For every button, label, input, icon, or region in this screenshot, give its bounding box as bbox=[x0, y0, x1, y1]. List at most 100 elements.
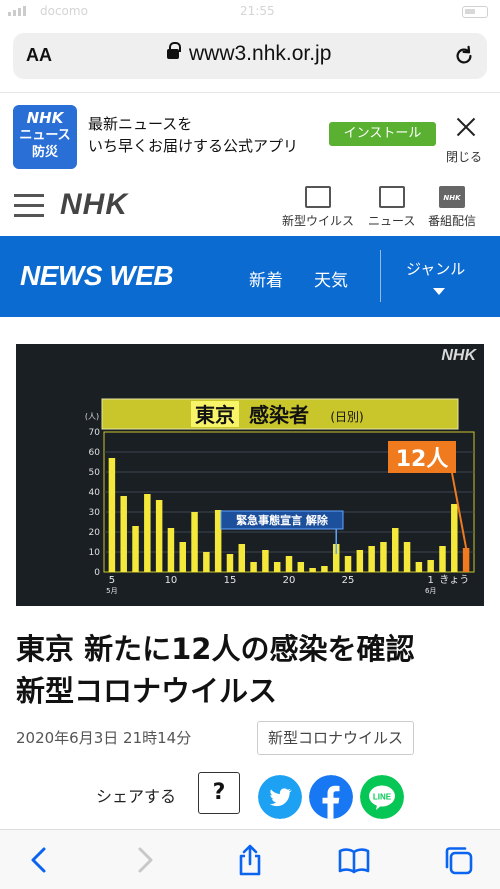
x-tick-label: 5 bbox=[109, 575, 115, 586]
bar bbox=[368, 546, 375, 572]
close-icon[interactable] bbox=[452, 115, 480, 139]
news-icon bbox=[378, 186, 405, 208]
facebook-share-icon[interactable] bbox=[309, 775, 353, 819]
nhk-header: NHK 新型ウイルス ニュース NHK 番組配信 bbox=[0, 174, 500, 236]
hamburger-menu-icon[interactable] bbox=[14, 194, 44, 218]
bar bbox=[155, 500, 163, 572]
share-label: シェアする bbox=[96, 787, 177, 806]
article-date: 2020年6月3日 21時14分 bbox=[16, 729, 192, 747]
y-tick-label: 10 bbox=[89, 548, 101, 558]
twitter-share-icon[interactable] bbox=[258, 775, 302, 819]
chevron-down-icon[interactable] bbox=[433, 288, 445, 295]
url-text[interactable]: www3.nhk.or.jp bbox=[189, 42, 331, 66]
bar bbox=[144, 494, 151, 572]
nhk-news-app-logo: NHK ニュース 防災 bbox=[13, 105, 77, 169]
clock-label: 21:55 bbox=[240, 4, 275, 18]
reload-icon[interactable] bbox=[453, 45, 475, 67]
close-label[interactable]: 閉じる bbox=[446, 148, 482, 165]
bar bbox=[344, 556, 352, 572]
nav-item-virus[interactable]: 新型ウイルス bbox=[282, 186, 354, 229]
banner-message: 最新ニュースを いち早くお届けする公式アプリ bbox=[88, 115, 299, 155]
chart-title-text: 感染者 bbox=[249, 403, 309, 427]
bar bbox=[321, 566, 328, 572]
bar bbox=[179, 542, 186, 572]
genre-menu-button[interactable]: ジャンル bbox=[406, 258, 465, 279]
browser-toolbar bbox=[0, 829, 500, 889]
infection-chart: 東京 感染者 (日別) (人) 0 10 20 30 40 50 60 70 55月 10 15 20 25 16… bbox=[85, 398, 475, 595]
article-chart-image: NHK 東京 感染者 (日別) (人) 0 10 20 30 40 50 60 70 5 5月 10 15 20… bbox=[16, 344, 484, 606]
bar bbox=[285, 556, 293, 572]
x-tick-sublabel: 5月 bbox=[106, 587, 117, 595]
nhk-logo[interactable]: NHK bbox=[60, 188, 128, 222]
chart-subtitle: (日別) bbox=[330, 410, 363, 424]
news-web-bar: NEWS WEB 新着 天気 ジャンル bbox=[0, 236, 500, 317]
bar bbox=[427, 560, 434, 572]
bar bbox=[356, 550, 364, 572]
bar bbox=[238, 544, 246, 572]
signal-icon bbox=[8, 6, 26, 16]
share-help-button[interactable]: ? bbox=[198, 772, 240, 814]
bar bbox=[108, 458, 116, 572]
bookmarks-icon[interactable] bbox=[338, 844, 370, 876]
nhk-plus-icon: NHK bbox=[439, 186, 465, 208]
bar bbox=[380, 542, 387, 572]
y-tick-label: 0 bbox=[94, 568, 100, 578]
y-tick-label: 40 bbox=[89, 488, 101, 498]
bar bbox=[120, 496, 127, 572]
callout-text: 12人 bbox=[396, 447, 449, 472]
bar bbox=[309, 568, 316, 572]
back-icon[interactable] bbox=[24, 844, 56, 876]
address-bar[interactable]: AA www3.nhk.or.jp bbox=[13, 33, 487, 79]
nav-item-programs[interactable]: NHK 番組配信 bbox=[428, 186, 476, 229]
install-button[interactable]: インストール bbox=[329, 122, 436, 146]
x-tick-label: 1 bbox=[427, 575, 433, 586]
x-tick-label: 10 bbox=[165, 575, 178, 586]
x-tick-label: きょう bbox=[439, 574, 469, 586]
news-web-title[interactable]: NEWS WEB bbox=[20, 260, 174, 292]
bar bbox=[273, 562, 281, 572]
x-tick-label: 25 bbox=[342, 575, 355, 586]
bar bbox=[462, 548, 470, 572]
bar bbox=[392, 528, 399, 572]
bar bbox=[214, 510, 222, 572]
status-bar: docomo 21:55 bbox=[0, 0, 500, 24]
forward-icon[interactable] bbox=[128, 844, 160, 876]
bar bbox=[191, 512, 198, 572]
y-tick-label: 60 bbox=[89, 448, 101, 458]
bar bbox=[132, 526, 139, 572]
chart-title-place: 東京 bbox=[195, 403, 235, 427]
text-size-button[interactable]: AA bbox=[26, 45, 52, 66]
x-tick-label: 15 bbox=[224, 575, 237, 586]
y-tick-label: 50 bbox=[89, 468, 101, 478]
tabs-icon[interactable] bbox=[442, 844, 474, 876]
article-headline: 東京 新たに12人の感染を確認 新型コロナウイルス bbox=[16, 632, 415, 708]
divider bbox=[380, 250, 381, 302]
bar bbox=[451, 504, 458, 572]
y-tick-label: 70 bbox=[89, 428, 101, 438]
nav-item-news[interactable]: ニュース bbox=[368, 186, 415, 229]
battery-icon bbox=[462, 6, 488, 18]
y-tick-label: 30 bbox=[89, 508, 101, 518]
y-axis-unit: (人) bbox=[85, 412, 99, 421]
bar bbox=[167, 528, 175, 572]
lock-icon bbox=[167, 42, 181, 59]
app-install-banner: NHK ニュース 防災 最新ニュースを いち早くお届けする公式アプリ インストー… bbox=[0, 92, 500, 174]
bar bbox=[226, 554, 234, 572]
topic-tag[interactable]: 新型コロナウイルス bbox=[257, 721, 415, 755]
bar bbox=[262, 550, 269, 572]
bar bbox=[250, 562, 257, 572]
annotation-text: 緊急事態宣言 解除 bbox=[236, 513, 329, 527]
nav-link-latest[interactable]: 新着 bbox=[249, 266, 283, 291]
bar bbox=[415, 562, 423, 572]
bar bbox=[297, 562, 305, 572]
share-icon[interactable] bbox=[234, 844, 266, 876]
nhk-watermark: NHK bbox=[441, 347, 476, 364]
nav-link-weather[interactable]: 天気 bbox=[314, 266, 348, 291]
line-share-icon[interactable]: LINE bbox=[360, 775, 404, 819]
carrier-label: docomo bbox=[40, 4, 88, 18]
bar bbox=[403, 542, 411, 572]
x-tick-label: 20 bbox=[283, 575, 296, 586]
y-tick-label: 20 bbox=[89, 528, 101, 538]
virus-info-icon bbox=[305, 186, 331, 208]
svg-text:LINE: LINE bbox=[373, 793, 392, 802]
